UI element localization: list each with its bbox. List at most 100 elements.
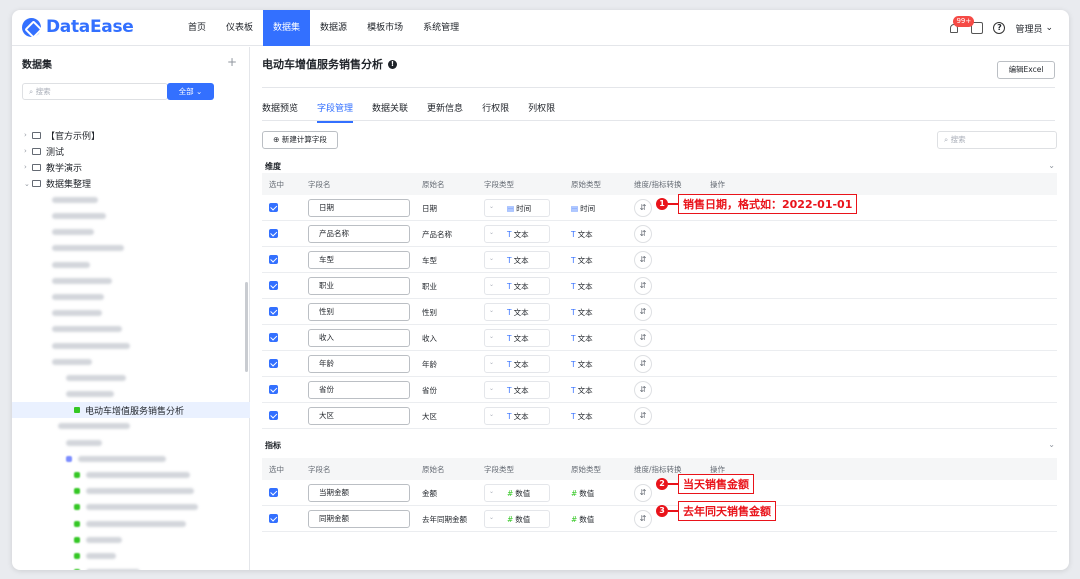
field-name-input[interactable]: 同期金额 — [308, 510, 410, 528]
field-type-select[interactable]: ⌄ T 文本 — [484, 407, 550, 425]
group-label: 维度 — [265, 162, 281, 171]
select-checkbox[interactable] — [269, 385, 278, 394]
tree-item-blurred[interactable] — [12, 240, 250, 256]
logo[interactable]: DataEase — [22, 17, 134, 37]
convert-icon[interactable]: ⇵ — [634, 381, 652, 399]
field-name-input[interactable]: 职业 — [308, 277, 410, 295]
select-checkbox[interactable] — [269, 255, 278, 264]
select-checkbox[interactable] — [269, 203, 278, 212]
field-name-input[interactable]: 年龄 — [308, 355, 410, 373]
tree-folder[interactable]: ⌄ 数据集整理 — [12, 176, 250, 192]
field-type-select[interactable]: ⌄ T 文本 — [484, 303, 550, 321]
tree-item-blurred[interactable] — [12, 354, 250, 370]
nav-item[interactable]: 模板市场 — [357, 10, 413, 46]
field-name-input[interactable]: 产品名称 — [308, 225, 410, 243]
dataset-title: 电动车增值服务销售分析 ! — [262, 56, 397, 72]
notification-bell-icon[interactable]: 99+ — [947, 16, 975, 35]
select-checkbox[interactable] — [269, 333, 278, 342]
field-name-input[interactable]: 大区 — [308, 407, 410, 425]
field-type-select[interactable]: ⌄ T 文本 — [484, 381, 550, 399]
select-checkbox[interactable] — [269, 359, 278, 368]
field-search-input[interactable]: ⌕ 搜索 — [937, 131, 1057, 149]
select-checkbox[interactable] — [269, 281, 278, 290]
tree-item-blurred[interactable] — [12, 337, 250, 353]
sidebar-filter-select[interactable]: 全部 ⌄ — [167, 83, 214, 100]
field-type-select[interactable]: ⌄ T 文本 — [484, 355, 550, 373]
field-type-select[interactable]: ⌄ # 数值 — [484, 510, 550, 528]
nav-item[interactable]: 仪表板 — [216, 10, 263, 46]
convert-icon[interactable]: ⇵ — [634, 484, 652, 502]
tree-folder[interactable]: › 【官方示例】 — [12, 127, 250, 143]
tree-folder[interactable]: › 测试 — [12, 143, 250, 159]
tree-item-blurred[interactable] — [12, 548, 250, 564]
tree-item-blurred[interactable] — [12, 467, 250, 483]
convert-icon[interactable]: ⇵ — [634, 355, 652, 373]
tree-item-blurred[interactable] — [12, 321, 250, 337]
convert-icon[interactable]: ⇵ — [634, 329, 652, 347]
blurred-label — [52, 229, 94, 236]
field-name-input[interactable]: 省份 — [308, 381, 410, 399]
field-name-input[interactable]: 收入 — [308, 329, 410, 347]
select-checkbox[interactable] — [269, 411, 278, 420]
sidebar-search-input[interactable]: ⌕ 搜索 — [22, 83, 168, 100]
user-menu[interactable]: 管理员 ⌄ — [1015, 22, 1053, 35]
select-checkbox[interactable] — [269, 307, 278, 316]
tree-item-blurred[interactable] — [12, 305, 250, 321]
tree-item-blurred[interactable] — [12, 257, 250, 273]
select-checkbox[interactable] — [269, 488, 278, 497]
nav-item[interactable]: 数据集 — [263, 10, 311, 46]
tree-item-blurred[interactable] — [12, 208, 250, 224]
field-name-input[interactable]: 日期 — [308, 199, 410, 217]
tree-arrow-icon[interactable]: › — [24, 163, 32, 171]
select-checkbox[interactable] — [269, 229, 278, 238]
tree-arrow-icon[interactable]: ⌄ — [24, 180, 32, 188]
tree-item-blurred[interactable] — [12, 516, 250, 532]
tree-item-selected-dataset[interactable]: 电动车增值服务销售分析 — [12, 402, 250, 419]
add-dataset-icon[interactable]: + — [227, 55, 237, 69]
tree-item-blurred[interactable] — [12, 499, 250, 515]
sidebar-scrollbar[interactable] — [245, 282, 248, 372]
convert-icon[interactable]: ⇵ — [634, 510, 652, 528]
new-calculated-field-button[interactable]: ⊕ 新建计算字段 — [262, 131, 338, 149]
field-type-select[interactable]: ⌄ ▤ 时间 — [484, 199, 550, 217]
convert-icon[interactable]: ⇵ — [634, 251, 652, 269]
field-name-input[interactable]: 性别 — [308, 303, 410, 321]
tree-arrow-icon[interactable]: › — [24, 147, 32, 155]
tree-item-blurred[interactable] — [12, 273, 250, 289]
tree-item-blurred[interactable] — [12, 483, 250, 499]
tree-item-blurred[interactable] — [12, 289, 250, 305]
field-type-value: T 文本 — [507, 255, 529, 266]
tree-item-blurred[interactable] — [12, 386, 250, 402]
chevron-down-icon[interactable]: ⌄ — [1048, 440, 1055, 449]
field-type-select[interactable]: ⌄ T 文本 — [484, 329, 550, 347]
edit-excel-button[interactable]: 编辑Excel — [997, 61, 1055, 79]
tree-item-blurred[interactable] — [12, 418, 250, 434]
convert-icon[interactable]: ⇵ — [634, 303, 652, 321]
tree-item-blurred[interactable] — [12, 370, 250, 386]
tree-item-blurred[interactable] — [12, 435, 250, 451]
chevron-down-icon[interactable]: ⌄ — [1048, 161, 1055, 170]
tree-item-blurred[interactable] — [12, 532, 250, 548]
tree-item-blurred[interactable] — [12, 451, 250, 467]
field-type-select[interactable]: ⌄ T 文本 — [484, 225, 550, 243]
field-type-select[interactable]: ⌄ T 文本 — [484, 251, 550, 269]
field-name-input[interactable]: 车型 — [308, 251, 410, 269]
nav-item[interactable]: 数据源 — [310, 10, 357, 46]
tree-item-blurred[interactable] — [12, 192, 250, 208]
field-type-select[interactable]: ⌄ # 数值 — [484, 484, 550, 502]
tree-arrow-icon[interactable]: › — [24, 131, 32, 139]
nav-item[interactable]: 系统管理 — [413, 10, 469, 46]
tree-folder[interactable]: › 教学演示 — [12, 159, 250, 175]
nav-item[interactable]: 首页 — [178, 10, 216, 46]
select-checkbox[interactable] — [269, 514, 278, 523]
convert-icon[interactable]: ⇵ — [634, 225, 652, 243]
field-name-input[interactable]: 当期金额 — [308, 484, 410, 502]
field-type-select[interactable]: ⌄ T 文本 — [484, 277, 550, 295]
info-icon[interactable]: ! — [388, 59, 397, 69]
convert-icon[interactable]: ⇵ — [634, 199, 652, 217]
tree-item-blurred[interactable] — [12, 564, 250, 570]
convert-icon[interactable]: ⇵ — [634, 407, 652, 425]
help-icon[interactable]: ? — [993, 22, 1006, 34]
tree-item-blurred[interactable] — [12, 224, 250, 240]
convert-icon[interactable]: ⇵ — [634, 277, 652, 295]
